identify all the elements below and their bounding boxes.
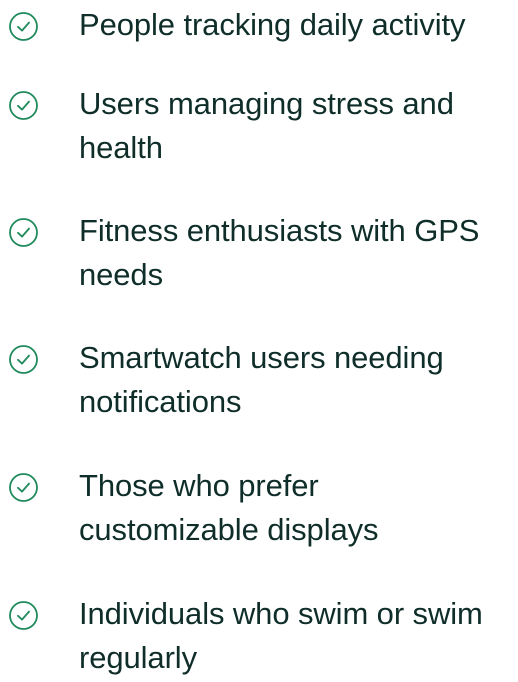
check-circle-icon [8, 472, 39, 503]
list-item-label: Fitness enthusiasts with GPS needs [79, 213, 480, 292]
list-item-label: Individuals who swim or swim regularly [79, 596, 483, 675]
check-circle-icon [8, 600, 39, 631]
feature-list: People tracking daily activity Users man… [0, 0, 518, 682]
list-item-label: Smartwatch users needing notifications [79, 340, 444, 419]
check-circle-icon [8, 90, 39, 121]
check-circle-icon [8, 11, 39, 42]
list-item-label: Those who prefer customizable displays [79, 468, 379, 547]
check-circle-icon [8, 217, 39, 248]
list-item-label: Users managing stress and health [79, 86, 454, 165]
check-circle-icon [8, 344, 39, 375]
list-item-label: People tracking daily activity [79, 7, 466, 42]
